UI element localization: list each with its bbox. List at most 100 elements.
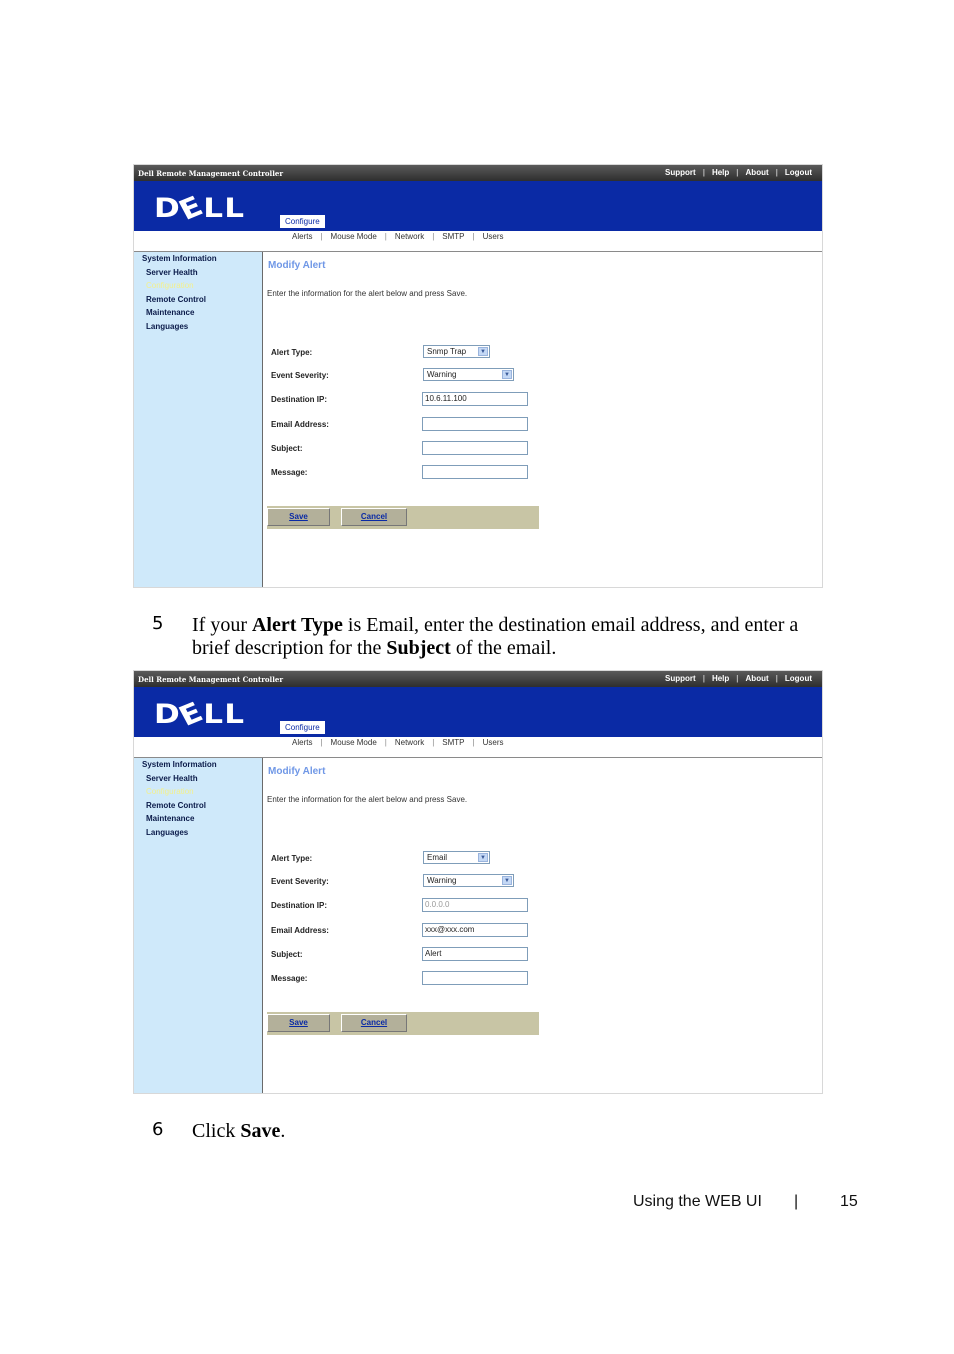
alert-type-label: Alert Type:: [271, 854, 313, 863]
save-button[interactable]: Save: [267, 508, 330, 526]
page-title: Modify Alert: [268, 766, 326, 777]
destination-ip-label: Destination IP:: [271, 395, 328, 404]
sidebar-header[interactable]: System Information: [134, 252, 262, 266]
subject-label: Subject:: [271, 444, 303, 453]
cancel-button[interactable]: Cancel: [341, 508, 407, 526]
support-link[interactable]: Support: [658, 168, 703, 177]
sidebar: System Information Server Health Configu…: [134, 758, 263, 1093]
step-text-bold: Alert Type: [251, 614, 343, 636]
sidebar-item-server-health[interactable]: Server Health: [134, 266, 262, 280]
button-bar: Save Cancel: [267, 506, 539, 529]
sub-navigation: Alerts | Mouse Mode | Network | SMTP | Users: [134, 737, 822, 758]
email-address-label: Email Address:: [271, 420, 329, 429]
sub-navigation: Alerts | Mouse Mode | Network | SMTP | Users: [134, 231, 822, 252]
message-label: Message:: [271, 974, 308, 983]
chevron-down-icon[interactable]: ▼: [478, 853, 488, 862]
message-label: Message:: [271, 468, 308, 477]
subnav-mouse-mode[interactable]: Mouse Mode: [323, 738, 385, 747]
subnav-network[interactable]: Network: [387, 738, 432, 747]
tab-configure[interactable]: Configure: [280, 721, 325, 734]
event-severity-select[interactable]: Warning ▼: [423, 874, 514, 887]
alert-type-select[interactable]: Email ▼: [423, 851, 490, 864]
email-address-field[interactable]: [422, 417, 528, 431]
sidebar-item-remote-control[interactable]: Remote Control: [134, 293, 262, 307]
footer-separator: |: [794, 1193, 799, 1210]
sidebar-item-configuration[interactable]: Configuration: [134, 785, 262, 799]
event-severity-select[interactable]: Warning ▼: [423, 368, 514, 381]
dell-logo: DELL: [154, 190, 246, 227]
support-link[interactable]: Support: [658, 674, 703, 683]
message-field[interactable]: [422, 465, 528, 479]
alert-type-label: Alert Type:: [271, 348, 313, 357]
event-severity-label: Event Severity:: [271, 371, 329, 380]
step-number: 6: [152, 1119, 164, 1140]
step-text-part: Click: [192, 1120, 241, 1142]
step-text-bold: Save: [240, 1120, 281, 1142]
subject-label: Subject:: [271, 950, 303, 959]
sidebar-header[interactable]: System Information: [134, 758, 262, 772]
subnav-network[interactable]: Network: [387, 232, 432, 241]
sidebar: System Information Server Health Configu…: [134, 252, 263, 587]
step-text-bold: Subject: [386, 637, 451, 659]
subnav-alerts[interactable]: Alerts: [284, 738, 320, 747]
tab-configure[interactable]: Configure: [280, 215, 325, 228]
top-bar: Dell Remote Management Controller Suppor…: [134, 165, 822, 181]
subnav-mouse-mode[interactable]: Mouse Mode: [323, 232, 385, 241]
step-number: 5: [152, 613, 164, 634]
main-content: Modify Alert Enter the information for t…: [263, 758, 822, 1093]
logout-link[interactable]: Logout: [778, 674, 819, 683]
sidebar-item-maintenance[interactable]: Maintenance: [134, 306, 262, 320]
subject-field[interactable]: [422, 441, 528, 455]
about-link[interactable]: About: [739, 168, 776, 177]
sidebar-item-server-health[interactable]: Server Health: [134, 772, 262, 786]
footer-section-title: Using the WEB UI: [633, 1193, 762, 1210]
chevron-down-icon[interactable]: ▼: [502, 370, 512, 379]
save-button[interactable]: Save: [267, 1014, 330, 1032]
destination-ip-field[interactable]: 0.0.0.0: [422, 898, 528, 912]
help-link[interactable]: Help: [705, 168, 736, 177]
top-bar: Dell Remote Management Controller Suppor…: [134, 671, 822, 687]
alert-type-select[interactable]: Snmp Trap ▼: [423, 345, 490, 358]
sidebar-item-configuration[interactable]: Configuration: [134, 279, 262, 293]
help-link[interactable]: Help: [705, 674, 736, 683]
destination-ip-label: Destination IP:: [271, 901, 328, 910]
screenshot-snmp-trap: Dell Remote Management Controller Suppor…: [133, 164, 823, 588]
step-text-part: of the email.: [450, 637, 557, 659]
logout-link[interactable]: Logout: [778, 168, 819, 177]
subnav-smtp[interactable]: SMTP: [434, 738, 472, 747]
chevron-down-icon[interactable]: ▼: [478, 347, 488, 356]
banner: DELL Configure: [134, 687, 822, 737]
sidebar-item-remote-control[interactable]: Remote Control: [134, 799, 262, 813]
sidebar-item-maintenance[interactable]: Maintenance: [134, 812, 262, 826]
instruction-text: Enter the information for the alert belo…: [267, 795, 468, 804]
chevron-down-icon[interactable]: ▼: [502, 876, 512, 885]
cancel-button[interactable]: Cancel: [341, 1014, 407, 1032]
banner: DELL Configure: [134, 181, 822, 231]
instruction-text: Enter the information for the alert belo…: [267, 289, 468, 298]
page-number: 15: [840, 1193, 858, 1210]
step-text: Click Save.: [192, 1120, 832, 1143]
screenshot-email: Dell Remote Management Controller Suppor…: [133, 670, 823, 1094]
subject-field[interactable]: Alert: [422, 947, 528, 961]
step-text-part: If your: [192, 614, 252, 636]
dell-logo: DELL: [154, 696, 246, 733]
product-name: Dell Remote Management Controller: [138, 169, 284, 178]
event-severity-label: Event Severity:: [271, 877, 329, 886]
button-bar: Save Cancel: [267, 1012, 539, 1035]
page-title: Modify Alert: [268, 260, 326, 271]
subnav-users[interactable]: Users: [475, 738, 512, 747]
sidebar-item-languages[interactable]: Languages: [134, 826, 262, 840]
destination-ip-field[interactable]: 10.6.11.100: [422, 392, 528, 406]
subnav-users[interactable]: Users: [475, 232, 512, 241]
main-content: Modify Alert Enter the information for t…: [263, 252, 822, 587]
step-text: If your Alert Type is Email, enter the d…: [192, 614, 832, 660]
email-address-label: Email Address:: [271, 926, 329, 935]
message-field[interactable]: [422, 971, 528, 985]
step-text-part: .: [280, 1120, 286, 1142]
subnav-alerts[interactable]: Alerts: [284, 232, 320, 241]
about-link[interactable]: About: [739, 674, 776, 683]
product-name: Dell Remote Management Controller: [138, 675, 284, 684]
email-address-field[interactable]: xxx@xxx.com: [422, 923, 528, 937]
sidebar-item-languages[interactable]: Languages: [134, 320, 262, 334]
subnav-smtp[interactable]: SMTP: [434, 232, 472, 241]
